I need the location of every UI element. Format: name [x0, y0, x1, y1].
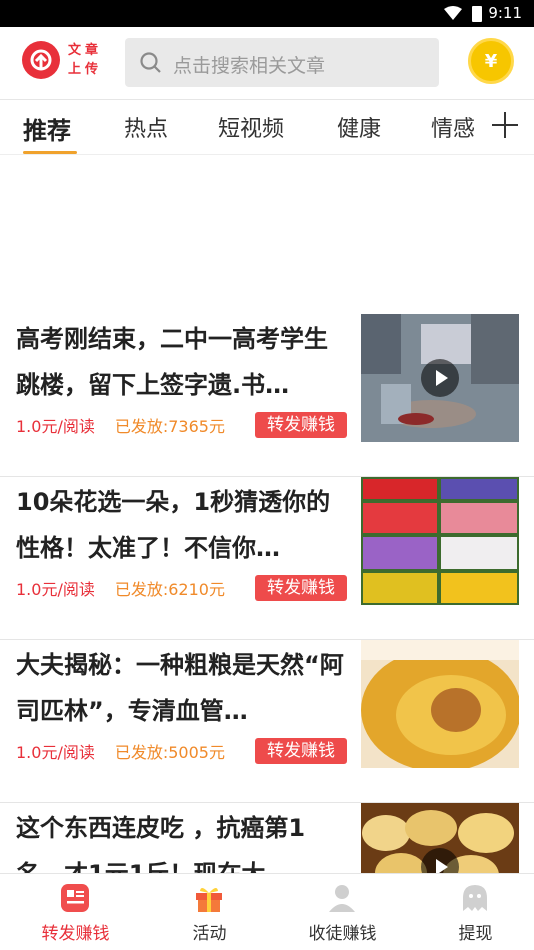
- withdraw-icon: [463, 885, 487, 911]
- bottom-nav: 转发赚钱 活动 收徒赚钱 提现: [0, 873, 534, 949]
- logo-text[interactable]: 文章上传: [68, 41, 106, 79]
- status-bar: 9:11: [0, 0, 534, 27]
- article-title[interactable]: 大夫揭秘：一种粗粮是天然“阿司匹林”，专清血管…: [16, 642, 346, 734]
- nav-label: 收徒赚钱: [308, 924, 377, 944]
- article-feed[interactable]: 高考刚结束，二中一高考学生跳楼，留下上签字遗.书… 1.0元/阅读 已发放:736…: [0, 155, 534, 873]
- nav-withdraw[interactable]: 提现: [409, 874, 534, 950]
- share-earn-button[interactable]: 转发赚钱: [255, 412, 347, 438]
- nav-label: 提现: [458, 924, 493, 944]
- user-icon: [329, 885, 355, 912]
- tab-short-video[interactable]: 短视频: [218, 111, 284, 143]
- article-price: 1.0元/阅读: [16, 743, 95, 762]
- coin-symbol: ¥: [484, 50, 498, 72]
- article-title[interactable]: 高考刚结束，二中一高考学生跳楼，留下上签字遗.书…: [16, 316, 346, 408]
- article-title[interactable]: 10朵花选一朵，1秒猜透你的性格！太准了！不信你…: [16, 479, 346, 571]
- article-meta: 1.0元/阅读 已发放:6210元: [16, 576, 225, 600]
- article-title[interactable]: 这个东西连皮吃 ，抗癌第1名，才1元1斤！现在大…: [16, 805, 346, 873]
- coin-icon[interactable]: ¥: [468, 38, 514, 84]
- gift-icon: [196, 887, 222, 912]
- share-earn-button[interactable]: 转发赚钱: [255, 575, 347, 601]
- status-time: 9:11: [488, 4, 522, 22]
- article-item[interactable]: 10朵花选一朵，1秒猜透你的性格！太准了！不信你… 1.0元/阅读 已发放:621…: [0, 477, 534, 640]
- article-item[interactable]: 大夫揭秘：一种粗粮是天然“阿司匹林”，专清血管… 1.0元/阅读 已发放:5005…: [0, 640, 534, 803]
- search-placeholder: 点击搜索相关文章: [173, 55, 326, 77]
- share-money-icon: [61, 884, 89, 912]
- article-meta: 1.0元/阅读 已发放:7365元: [16, 413, 225, 437]
- nav-label: 活动: [192, 924, 227, 944]
- nav-share-earn[interactable]: 转发赚钱: [9, 874, 142, 950]
- add-category-icon[interactable]: [490, 110, 520, 140]
- article-paid: 已发放:6210元: [114, 580, 225, 599]
- search-icon: [140, 52, 161, 73]
- article-thumbnail[interactable]: [361, 803, 519, 873]
- article-paid: 已发放:5005元: [114, 743, 225, 762]
- article-thumbnail[interactable]: [361, 314, 519, 442]
- wifi-icon: [444, 6, 462, 20]
- article-meta: 1.0元/阅读 已发放:5005元: [16, 739, 225, 763]
- tab-emotion[interactable]: 情感: [431, 111, 475, 143]
- category-tabs: 推荐 热点 短视频 健康 情感: [0, 99, 534, 155]
- tab-health[interactable]: 健康: [337, 111, 381, 143]
- upload-logo-icon[interactable]: [22, 41, 60, 79]
- article-price: 1.0元/阅读: [16, 580, 95, 599]
- nav-activity[interactable]: 活动: [143, 874, 276, 950]
- article-paid: 已发放:7365元: [114, 417, 225, 436]
- search-bar[interactable]: 点击搜索相关文章: [125, 38, 439, 87]
- tab-hot[interactable]: 热点: [124, 111, 168, 143]
- header: 文章上传 点击搜索相关文章 ¥: [0, 27, 534, 99]
- nav-label: 转发赚钱: [41, 924, 110, 944]
- article-thumbnail[interactable]: [361, 477, 519, 605]
- nav-recruit[interactable]: 收徒赚钱: [276, 874, 409, 950]
- article-thumbnail[interactable]: [361, 640, 519, 768]
- play-icon[interactable]: [421, 359, 459, 397]
- tab-recommend[interactable]: 推荐: [23, 111, 71, 146]
- article-item[interactable]: 这个东西连皮吃 ，抗癌第1名，才1元1斤！现在大…: [0, 803, 534, 873]
- battery-icon: [472, 6, 482, 22]
- tab-indicator: [23, 151, 77, 154]
- article-price: 1.0元/阅读: [16, 417, 95, 436]
- share-earn-button[interactable]: 转发赚钱: [255, 738, 347, 764]
- article-item[interactable]: 高考刚结束，二中一高考学生跳楼，留下上签字遗.书… 1.0元/阅读 已发放:736…: [0, 314, 534, 477]
